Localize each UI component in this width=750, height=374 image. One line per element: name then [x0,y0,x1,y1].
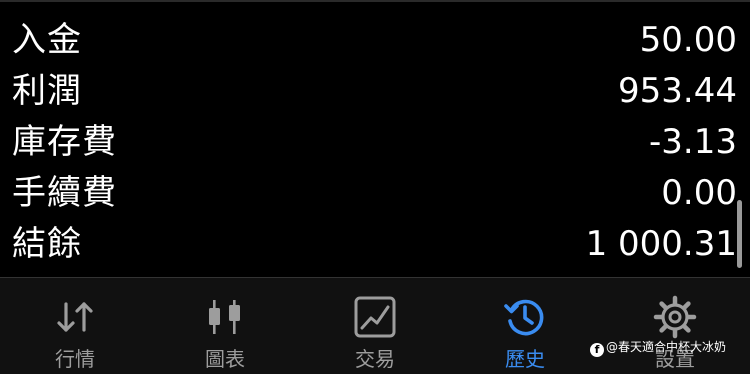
candlestick-chart-icon [202,294,248,340]
deposit-label: 入金 [12,20,82,60]
account-summary: 入金 50.00 利潤 953.44 庫存費 -3.13 手續費 0.00 結餘… [0,14,750,269]
top-divider [0,0,750,2]
watermark-text: @春天適合中杯大冰奶 [606,340,727,354]
profit-label: 利潤 [12,71,82,111]
tab-charts-label: 圖表 [205,347,245,371]
tab-quotes-label: 行情 [55,347,95,371]
summary-row-swap: 庫存費 -3.13 [0,116,750,167]
commission-label: 手續費 [12,173,117,213]
swap-value: -3.13 [649,122,737,162]
summary-row-profit: 利潤 953.44 [0,65,750,116]
tab-settings[interactable]: 設置 [600,278,750,374]
bottom-tab-bar: 行情 圖表 交易 歷史 設置 [0,278,750,374]
history-clock-icon [502,294,548,340]
tab-history[interactable]: 歷史 [450,278,600,374]
balance-label: 結餘 [12,224,82,264]
tab-trade[interactable]: 交易 [300,278,450,374]
swap-label: 庫存費 [12,122,117,162]
tab-charts[interactable]: 圖表 [150,278,300,374]
trade-line-chart-icon [352,294,398,340]
tab-trade-label: 交易 [355,347,395,371]
quotes-arrows-icon [52,294,98,340]
balance-value: 1 000.31 [585,224,737,264]
summary-row-deposit: 入金 50.00 [0,14,750,65]
summary-row-balance: 結餘 1 000.31 [0,218,750,269]
deposit-value: 50.00 [639,20,737,60]
scroll-indicator[interactable] [737,200,742,268]
gear-icon [652,294,698,340]
watermark-logo-icon: f [590,343,604,357]
commission-value: 0.00 [661,173,737,213]
tab-quotes[interactable]: 行情 [0,278,150,374]
tab-history-label: 歷史 [505,347,545,371]
watermark: f @春天適合中杯大冰奶 [590,338,727,357]
summary-row-commission: 手續費 0.00 [0,167,750,218]
profit-value: 953.44 [618,71,737,111]
